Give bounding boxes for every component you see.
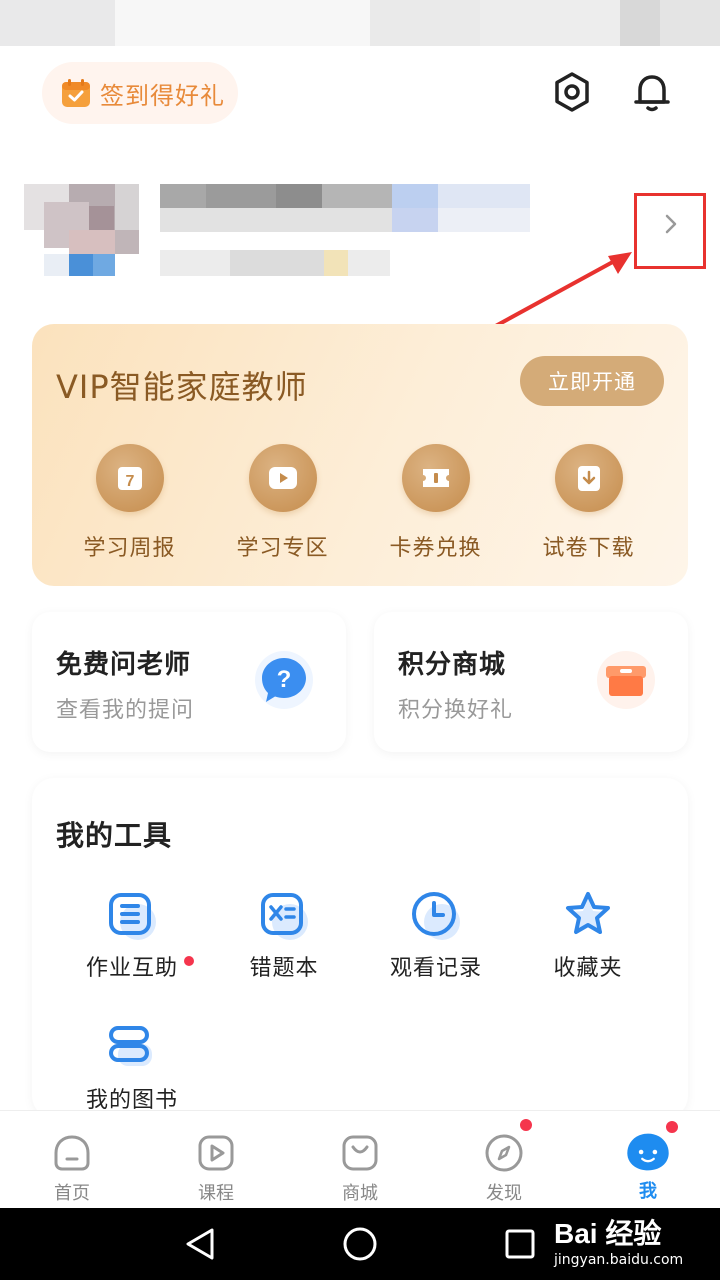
books-icon	[109, 1026, 152, 1066]
vip-item-study-zone[interactable]: 学习专区	[206, 444, 359, 562]
points-mall-subtitle: 积分换好礼	[398, 698, 514, 723]
watermark-url: jingyan.baidu.com	[554, 1252, 684, 1268]
status-bar-blurred	[0, 0, 720, 48]
vip-item-paper-download[interactable]: 试卷下载	[512, 444, 665, 562]
avatar[interactable]	[24, 184, 144, 294]
star-icon	[566, 892, 610, 934]
tab-label: 商城	[342, 1183, 378, 1204]
home-icon	[54, 1135, 90, 1171]
vip-item-label: 试卷下载	[542, 536, 635, 561]
settings-icon[interactable]	[550, 68, 594, 116]
compass-icon	[485, 1134, 523, 1172]
homework-icon	[109, 893, 156, 940]
tab-discover[interactable]: 发现	[432, 1111, 576, 1209]
tool-label: 收藏夹	[553, 956, 623, 981]
watermark-brand: Bai 经验	[554, 1218, 662, 1249]
username-blurred	[160, 184, 530, 232]
tool-homework-help[interactable]: 作业互助	[56, 890, 208, 982]
tab-courses[interactable]: 课程	[144, 1111, 288, 1209]
tab-label: 发现	[486, 1183, 522, 1204]
back-icon[interactable]	[182, 1226, 218, 1262]
vip-item-weekly-report[interactable]: 7 学习周报	[53, 444, 206, 562]
recents-icon[interactable]	[502, 1226, 538, 1262]
points-mall-title: 积分商城	[398, 650, 507, 680]
user-info-blurred	[160, 250, 390, 276]
tab-label: 我	[639, 1181, 657, 1202]
my-tools-title: 我的工具	[56, 819, 173, 852]
tab-me[interactable]: 我	[576, 1111, 720, 1209]
tab-home[interactable]: 首页	[0, 1111, 144, 1209]
ticket-icon	[401, 444, 470, 512]
tab-label: 课程	[198, 1183, 234, 1204]
tool-my-books[interactable]: 我的图书	[56, 1022, 208, 1114]
tab-label: 首页	[54, 1183, 90, 1204]
tab-badge	[518, 1117, 534, 1133]
tab-shop[interactable]: 商城	[288, 1111, 432, 1209]
points-mall-card[interactable]: 积分商城 积分换好礼	[374, 612, 688, 752]
play-icon	[198, 1135, 234, 1171]
calendar-check-icon	[62, 79, 90, 107]
my-tools-panel: 我的工具 作业互助 错题本 观看记录 收藏夹 我的图书	[32, 778, 688, 1118]
vip-item-label: 学习周报	[83, 536, 176, 561]
calendar-7-icon: 7	[95, 444, 164, 512]
ask-teacher-subtitle: 查看我的提问	[56, 698, 195, 723]
vip-item-coupon-exchange[interactable]: 卡券兑换	[359, 444, 512, 562]
wrong-questions-icon	[261, 893, 308, 940]
download-icon	[554, 444, 623, 512]
tool-watch-history[interactable]: 观看记录	[360, 890, 512, 982]
ask-teacher-title: 免费问老师	[56, 650, 192, 680]
vip-card[interactable]: VIP智能家庭教师 立即开通 7 学习周报 学习专区 卡券兑换 试卷下载	[32, 324, 688, 586]
notification-dot	[184, 956, 194, 966]
bell-icon[interactable]	[630, 68, 674, 116]
vip-title: VIP智能家庭教师	[56, 368, 308, 406]
ask-teacher-card[interactable]: 免费问老师 查看我的提问 ?	[32, 612, 346, 752]
bottom-tab-bar: 首页 课程 商城 发现 我	[0, 1110, 720, 1208]
mascot-icon	[627, 1133, 669, 1171]
vip-item-label: 学习专区	[236, 536, 329, 561]
gift-box-icon	[597, 651, 655, 709]
tool-label: 错题本	[249, 956, 319, 981]
question-bubble-icon: ?	[255, 651, 313, 709]
home-circle-icon[interactable]	[342, 1226, 378, 1262]
play-icon	[248, 444, 317, 512]
svg-text:?: ?	[277, 666, 292, 693]
baidu-jingyan-watermark: Bai 经验 jingyan.baidu.com	[554, 1212, 683, 1268]
annotation-highlight-box	[634, 193, 706, 269]
tool-label: 观看记录	[389, 956, 482, 981]
checkin-button[interactable]: 签到得好礼	[42, 62, 238, 124]
shop-bag-icon	[342, 1135, 378, 1171]
svg-text:7: 7	[125, 473, 134, 490]
checkin-label: 签到得好礼	[100, 81, 225, 110]
clock-icon	[412, 892, 460, 940]
tool-favorites[interactable]: 收藏夹	[512, 890, 664, 982]
tab-badge	[664, 1119, 680, 1135]
tool-label: 作业互助	[85, 956, 178, 981]
tool-wrong-questions[interactable]: 错题本	[208, 890, 360, 982]
vip-open-button[interactable]: 立即开通	[520, 356, 664, 406]
vip-item-label: 卡券兑换	[389, 536, 482, 561]
